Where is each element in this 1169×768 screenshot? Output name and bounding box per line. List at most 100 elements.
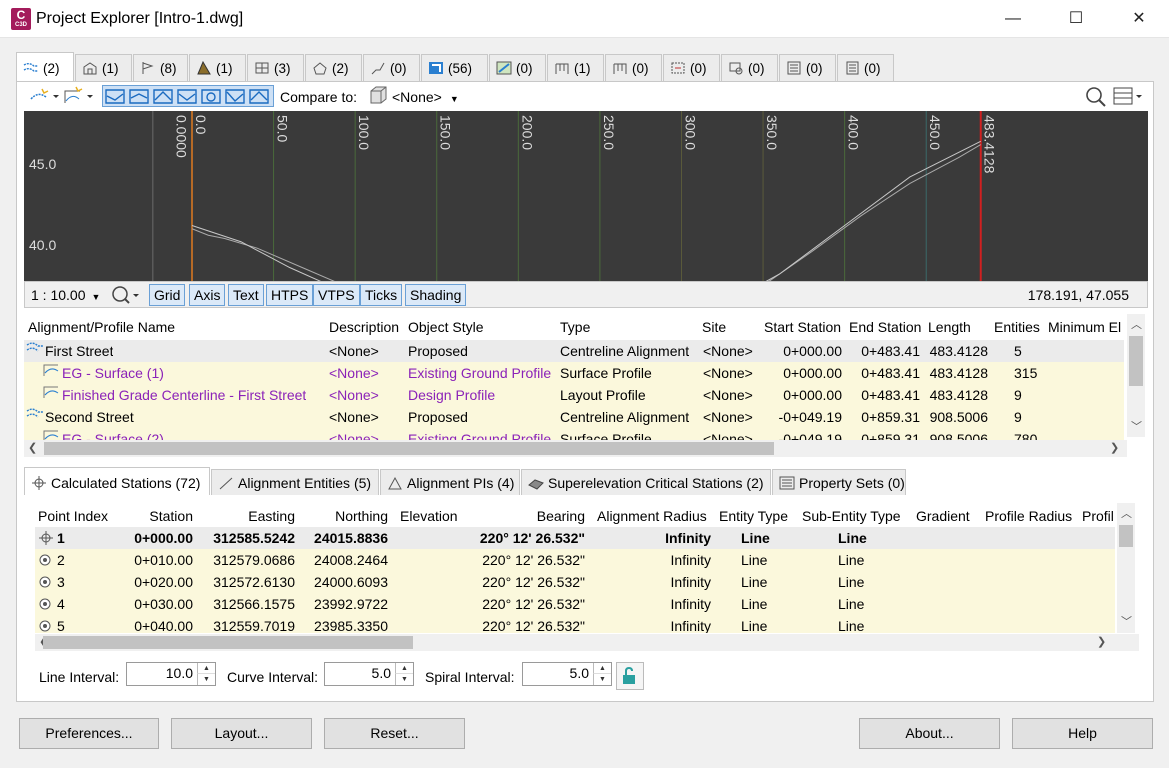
col-header-profile[interactable]: Profil (1082, 505, 1115, 527)
zoom-search-icon[interactable] (1084, 85, 1108, 107)
col-header-entity-type[interactable]: Entity Type (719, 505, 788, 527)
table-row[interactable]: 1 0+000.00 312585.5242 24015.8836 220° 12' 2… (35, 527, 1115, 549)
col-header-start-station[interactable]: Start Station (764, 316, 841, 338)
col-header-object-style[interactable]: Object Style (408, 316, 483, 338)
scale-dropdown[interactable]: 1 : 10.00 ▼ (31, 287, 100, 303)
spin-down-icon[interactable]: ▼ (593, 674, 611, 685)
profile-display-toggles[interactable] (102, 85, 274, 107)
tab-grading[interactable]: (8) (133, 54, 188, 82)
spin-down-icon[interactable]: ▼ (395, 674, 413, 685)
compare-to-dropdown[interactable]: <None> ▼ (392, 89, 470, 111)
scroll-right-arrow[interactable]: ❯ (1097, 635, 1106, 648)
toggle-shading[interactable]: Shading (405, 284, 467, 306)
spiral-interval-spinner[interactable]: 5.0 ▲ ▼ (522, 662, 612, 686)
scroll-up-arrow[interactable]: ︿ (1131, 316, 1142, 332)
vertical-scrollbar[interactable]: ︿ ﹀ (1127, 314, 1145, 437)
table-row[interactable]: EG - Surface (1) <None> Existing Ground Pr… (24, 362, 1124, 384)
new-profile-dropdown[interactable] (62, 85, 94, 107)
spin-up-icon[interactable]: ▲ (593, 663, 611, 674)
reset-button[interactable]: Reset... (324, 718, 465, 749)
col-header-sub-entity-type[interactable]: Sub-Entity Type (802, 505, 901, 527)
about-button[interactable]: About... (859, 718, 1000, 749)
scroll-thumb[interactable] (1129, 336, 1143, 386)
layout-button[interactable]: Layout... (171, 718, 312, 749)
scroll-left-arrow[interactable]: ❮ (28, 441, 37, 454)
zoom-dropdown[interactable] (111, 284, 143, 309)
col-header-elevation[interactable]: Elevation (400, 505, 458, 527)
spin-up-icon[interactable]: ▲ (197, 663, 215, 674)
scroll-thumb[interactable] (44, 442, 774, 455)
tab-view-frames[interactable]: (0) (721, 54, 778, 82)
tab-pipe-networks[interactable]: (3) (247, 54, 304, 82)
col-header-entities[interactable]: Entities (994, 316, 1040, 338)
table-row[interactable]: First Street <None> Proposed Centreline Ali… (24, 340, 1124, 362)
profile-plot[interactable]: 45.0 40.0 0.0000 0.0 50.0 100.0 150.0 200.0 250.… (24, 111, 1148, 281)
spin-down-icon[interactable]: ▼ (197, 674, 215, 685)
scroll-right-arrow[interactable]: ❯ (1110, 441, 1119, 454)
tab-sample-lines[interactable]: (0) (663, 54, 720, 82)
scroll-down-arrow[interactable]: ﹀ (1121, 613, 1132, 629)
minimize-button[interactable]: — (990, 4, 1036, 34)
toggle-vtps[interactable]: VTPS (313, 284, 360, 306)
table-row[interactable]: 3 0+020.00 312572.6130 24000.6093 220° 12' 2… (35, 571, 1115, 593)
scroll-thumb[interactable] (1119, 525, 1133, 547)
table-row[interactable]: 5 0+040.00 312559.7019 23985.3350 220° 12' 2… (35, 615, 1115, 633)
table-row[interactable]: 4 0+030.00 312566.1575 23992.9722 220° 12' 2… (35, 593, 1115, 615)
toggle-htps[interactable]: HTPS (266, 284, 314, 306)
vertical-scrollbar[interactable]: ︿ ﹀ (1117, 503, 1135, 633)
tab-sheets[interactable]: (0) (837, 54, 894, 82)
col-header-northing[interactable]: Northing (301, 505, 388, 527)
line-interval-spinner[interactable]: 10.0 ▲ ▼ (126, 662, 216, 686)
col-header-length[interactable]: Length (928, 316, 971, 338)
col-header-point-index[interactable]: Point Index (38, 505, 108, 527)
tab-data-shortcuts[interactable]: (0) (779, 54, 836, 82)
toggle-ticks[interactable]: Ticks (360, 284, 403, 306)
tab-subassemblies[interactable]: (0) (605, 54, 662, 82)
toggle-grid[interactable]: Grid (149, 284, 186, 306)
toggle-axis[interactable]: Axis (189, 284, 226, 306)
new-alignment-dropdown[interactable] (28, 85, 60, 107)
table-row[interactable]: 2 0+010.00 312579.0686 24008.2464 220° 12' 2… (35, 549, 1115, 571)
tab-parcels[interactable]: (2) (305, 54, 362, 82)
col-header-description[interactable]: Description (329, 316, 399, 338)
scroll-up-arrow[interactable]: ︿ (1121, 505, 1132, 521)
tab-alignment-pis[interactable]: Alignment PIs (4) (380, 469, 520, 495)
tab-alignments[interactable]: (2) (16, 52, 74, 82)
tab-alignment-entities[interactable]: Alignment Entities (5) (211, 469, 379, 495)
horizontal-scrollbar[interactable]: ❮ ❯ (24, 440, 1127, 457)
tab-corridors[interactable]: (0) (489, 54, 546, 82)
toggle-text[interactable]: Text (228, 284, 264, 306)
preferences-button[interactable]: Preferences... (19, 718, 159, 749)
help-button[interactable]: Help (1012, 718, 1153, 749)
tab-points[interactable]: (56) (421, 54, 488, 82)
col-header-site[interactable]: Site (702, 316, 726, 338)
col-header-easting[interactable]: Easting (199, 505, 295, 527)
tab-feature-lines[interactable]: (0) (363, 54, 420, 82)
table-row[interactable]: Finished Grade Centerline - First Street… (24, 384, 1124, 406)
col-header-minimum-elevation[interactable]: Minimum El (1048, 316, 1124, 338)
scroll-thumb[interactable] (43, 636, 413, 649)
curve-interval-spinner[interactable]: 5.0 ▲ ▼ (324, 662, 414, 686)
close-button[interactable]: ✕ (1116, 4, 1162, 34)
col-header-profile-radius[interactable]: Profile Radius (985, 505, 1072, 527)
col-header-station[interactable]: Station (119, 505, 193, 527)
tab-sites[interactable]: (1) (75, 54, 132, 82)
col-header-bearing[interactable]: Bearing (465, 505, 585, 527)
col-header-type[interactable]: Type (560, 316, 590, 338)
col-header-gradient[interactable]: Gradient (916, 505, 970, 527)
col-header-end-station[interactable]: End Station (849, 316, 921, 338)
scroll-down-arrow[interactable]: ﹀ (1131, 418, 1142, 434)
tab-property-sets[interactable]: Property Sets (0) (772, 469, 906, 495)
tab-superelevation[interactable]: Superelevation Critical Stations (2) (521, 469, 771, 495)
col-header-alignment-radius[interactable]: Alignment Radius (597, 505, 707, 527)
table-row[interactable]: Second Street <None> Proposed Centreline Al… (24, 406, 1124, 428)
layout-options-dropdown[interactable] (1112, 85, 1144, 107)
unlock-icon[interactable] (616, 662, 644, 690)
tab-calculated-stations[interactable]: Calculated Stations (72) (24, 467, 210, 495)
col-header-name[interactable]: Alignment/Profile Name (28, 316, 175, 338)
tab-surfaces[interactable]: (1) (189, 54, 246, 82)
horizontal-scrollbar[interactable]: ❮ ❯ (35, 634, 1139, 651)
maximize-button[interactable]: ☐ (1053, 4, 1099, 34)
tab-assemblies[interactable]: (1) (547, 54, 604, 82)
spin-up-icon[interactable]: ▲ (395, 663, 413, 674)
